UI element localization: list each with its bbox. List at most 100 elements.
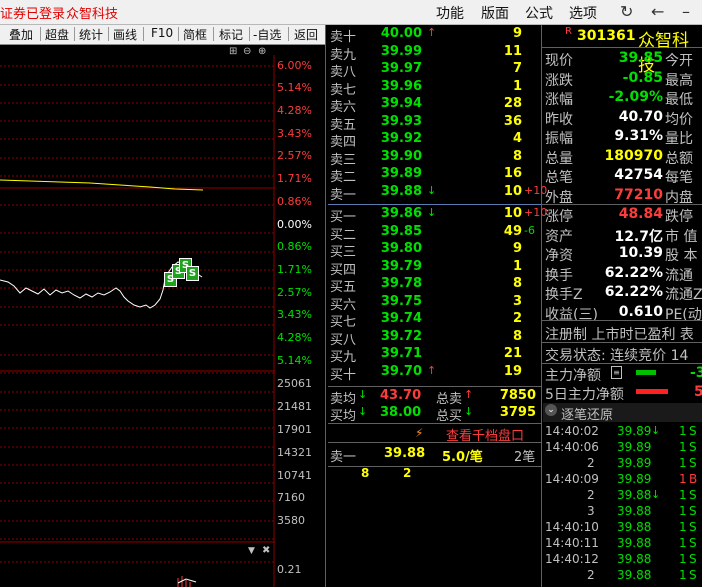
tick-row: 14:40:09 39.89 1 B xyxy=(545,472,702,488)
arrow-down-icon: ↓ xyxy=(651,488,661,501)
dropdown-arrow-icon[interactable]: ▼ xyxy=(248,546,255,556)
bid-row[interactable]: 买六 39.75 3 xyxy=(328,294,540,313)
sell-marker-icon[interactable]: S xyxy=(186,266,199,281)
mark-button[interactable]: 标记 xyxy=(219,26,243,43)
return-button[interactable]: 返回 xyxy=(294,26,318,43)
tick-time: 14:40:02 xyxy=(545,424,599,438)
quote-value: 42754 xyxy=(614,167,663,183)
bid-row[interactable]: 买七 39.74 2 xyxy=(328,311,540,330)
quote-right-label: 总额 xyxy=(665,150,693,167)
minimize-icon[interactable]: – xyxy=(682,2,690,21)
bid-row[interactable]: 买五 39.78 8 xyxy=(328,276,540,295)
ask-row[interactable]: 卖六 39.94 28 xyxy=(328,96,540,115)
menu-bar: 证券已登录 众智科技 功能 版面 公式 选项 ↻ ← – xyxy=(0,0,702,25)
quote-right-label: 流通 xyxy=(665,267,693,284)
bid-row[interactable]: 买八 39.72 8 xyxy=(328,328,540,348)
level-label: 卖五 xyxy=(330,117,357,133)
arrow-up-icon: ↑ xyxy=(427,363,437,377)
overlay-button[interactable]: 叠加 xyxy=(9,26,33,43)
level-label: 卖九 xyxy=(330,47,357,63)
level-volume: 10 xyxy=(503,183,522,199)
ask-row[interactable]: 卖八 39.97 7 xyxy=(328,61,540,80)
view-thousand-levels-link[interactable]: 查看千档盘口 xyxy=(446,425,524,444)
tick-time: 14:40:06 xyxy=(545,440,599,454)
quote-value: 77210 xyxy=(614,186,663,203)
bid-row[interactable]: 买一 39.86 ↓ 10 +10 xyxy=(328,206,547,225)
bid-row[interactable]: 买十 39.70 ↑ 19 xyxy=(328,363,540,383)
level-label: 卖一 xyxy=(330,187,357,203)
level-label: 买一 xyxy=(330,210,357,225)
menu-function[interactable]: 功能 xyxy=(436,3,464,23)
level-price: 39.90 xyxy=(380,148,422,164)
arrow-down-icon: ↓ xyxy=(358,405,368,418)
ask-row[interactable]: 卖三 39.90 8 xyxy=(328,148,540,168)
f10-button[interactable]: F10 xyxy=(151,26,173,40)
level-price: 39.92 xyxy=(380,131,422,146)
bid-row[interactable]: 买九 39.71 21 xyxy=(328,346,540,365)
menu-formula[interactable]: 公式 xyxy=(525,3,553,23)
level-volume: 28 xyxy=(503,96,522,111)
menu-layout[interactable]: 版面 xyxy=(481,3,509,23)
back-icon[interactable]: ← xyxy=(651,2,664,21)
simple-frame-button[interactable]: 简框 xyxy=(183,26,207,43)
pct-axis-label: 1.71% xyxy=(277,263,312,276)
chart-toolbar: 叠加 超盘 统计 画线 F10 简框 标记 -自选 返回 xyxy=(0,25,325,45)
tick-side: S xyxy=(689,504,697,518)
tick-price: 39.88 xyxy=(617,568,652,582)
total-buy-value: 3795 xyxy=(499,405,536,420)
level-price: 39.80 xyxy=(380,241,422,256)
list-icon[interactable]: ≡ xyxy=(611,366,622,379)
volume-axis-label: 7160 xyxy=(277,491,305,504)
level-volume: 8 xyxy=(512,328,522,344)
level-label: 买九 xyxy=(330,350,357,365)
arrow-down-icon: ↓ xyxy=(427,183,437,197)
main-net-value: -3 xyxy=(690,365,702,381)
bid-row[interactable]: 买二 39.85 49 -6 xyxy=(328,223,540,243)
ask-row[interactable]: 卖五 39.93 36 xyxy=(328,114,540,133)
draw-line-button[interactable]: 画线 xyxy=(113,26,137,43)
quote-value: 12.7亿 xyxy=(614,228,663,245)
quote-row: 净资 10.39 股 本 xyxy=(545,245,702,264)
ask-row[interactable]: 卖十 40.00 ↑ 9 xyxy=(328,26,540,45)
toolbar-divider xyxy=(74,27,75,41)
bid-row[interactable]: 买三 39.80 9 xyxy=(328,241,540,260)
level-volume: 49 xyxy=(503,223,522,239)
pct-axis-zero-label: 0.00% xyxy=(277,218,312,231)
ask-row[interactable]: 卖四 39.92 4 xyxy=(328,131,540,150)
statistics-button[interactable]: 统计 xyxy=(79,26,103,43)
tick-time: 2 xyxy=(587,488,595,502)
bid-row[interactable]: 买四 39.79 1 xyxy=(328,258,540,278)
avg-buy-label: 买均 xyxy=(330,409,357,424)
tick-side: S xyxy=(689,440,697,454)
sell1-detail-label: 卖一 xyxy=(330,450,357,465)
ask-row[interactable]: 卖九 39.99 11 xyxy=(328,44,540,63)
lightning-icon: ⚡ xyxy=(415,426,424,440)
refresh-icon[interactable]: ↻ xyxy=(620,2,633,21)
tick-price: 39.89 xyxy=(617,472,652,486)
level-price: 39.74 xyxy=(380,311,422,326)
close-indicator-icon[interactable]: ✖ xyxy=(262,545,270,556)
tick-volume: 1 xyxy=(679,520,687,534)
ask-row[interactable]: 卖七 39.96 1 xyxy=(328,79,540,98)
tick-side: S xyxy=(689,520,697,534)
quote-right-label: 今开 xyxy=(665,53,693,69)
tick-row: 14:40:12 39.88 1 S xyxy=(545,552,702,568)
intraday-chart[interactable] xyxy=(0,55,275,587)
quote-value: -0.85 xyxy=(622,69,663,86)
ask-row[interactable]: 卖一 39.88 ↓ 10 +10 xyxy=(328,183,547,203)
remove-watchlist-button[interactable]: -自选 xyxy=(253,26,281,43)
level-volume: 1 xyxy=(512,258,522,274)
chevron-down-icon[interactable]: ⌄ xyxy=(545,404,557,416)
volume-axis-label: 17901 xyxy=(277,423,312,436)
super-panel-button[interactable]: 超盘 xyxy=(45,26,69,43)
level-label: 卖六 xyxy=(330,100,357,115)
tick-restore-tab[interactable]: 逐笔还原 xyxy=(561,404,613,423)
ask-row[interactable]: 卖二 39.89 16 xyxy=(328,166,540,185)
main-net-label: 主力净额 xyxy=(545,368,601,384)
tick-side: S xyxy=(689,568,697,582)
tick-row: 2 39.89 1 S xyxy=(545,456,702,472)
quote-row: 涨幅 -2.09% 最低 xyxy=(545,89,702,108)
level-price: 39.72 xyxy=(380,328,422,344)
level-label: 买七 xyxy=(330,315,357,330)
menu-options[interactable]: 选项 xyxy=(569,3,597,23)
